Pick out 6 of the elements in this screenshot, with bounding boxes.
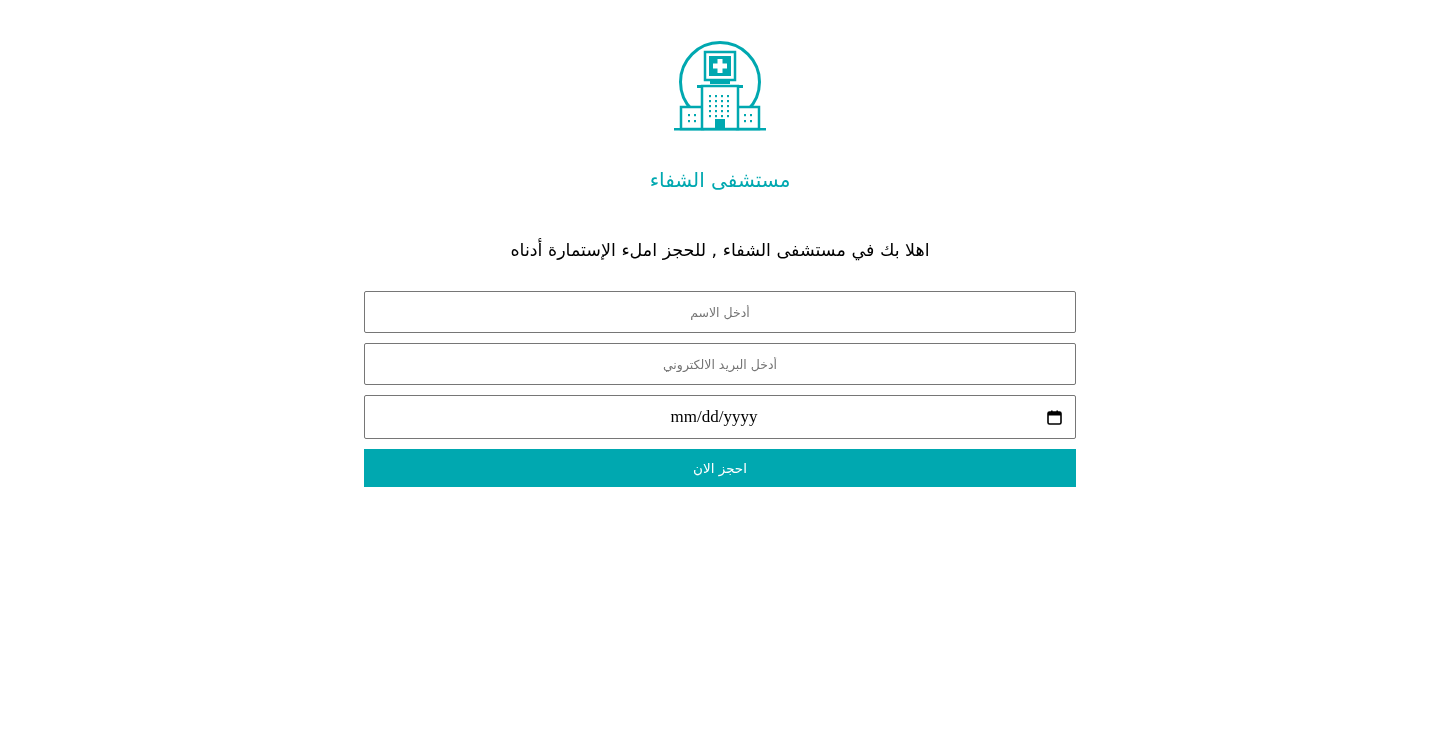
calendar-icon[interactable] <box>1047 409 1062 425</box>
text-input-field[interactable]: أدخل الاسم <box>364 291 1076 333</box>
welcome-message: اهلا بك في مستشفى الشفاء , للحجز املء الإستمارة أدناه <box>510 237 930 263</box>
date-field[interactable]: mm/dd/yyyy <box>364 395 1076 439</box>
hospital-name: مستشفى الشفاء <box>649 167 791 193</box>
text-input-field[interactable]: أدخل البريد الالكتروني <box>364 343 1076 385</box>
